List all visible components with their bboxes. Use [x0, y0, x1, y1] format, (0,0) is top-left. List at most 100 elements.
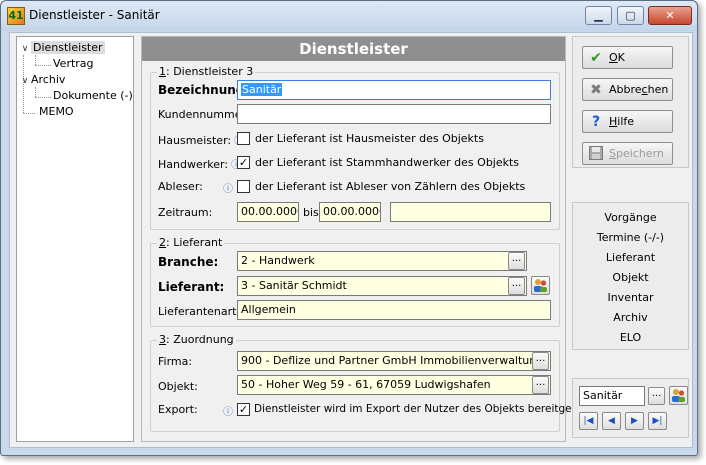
link-elo[interactable]: ELO: [573, 331, 688, 344]
hausmeister-checkbox[interactable]: [237, 132, 250, 145]
link-termine[interactable]: Termine (-/-): [573, 231, 688, 244]
firma-label: Firma:: [158, 355, 193, 368]
title-bar[interactable]: 41 Dienstleister - Sanitär ▁ ▢ ✕: [1, 1, 697, 31]
check-icon: ✔: [590, 50, 602, 66]
first-record-icon[interactable]: |◀: [579, 412, 598, 430]
tree-guide-line: [23, 113, 35, 114]
group-title-text: : Dienstleister 3: [166, 65, 254, 78]
hausmeister-label-text: Hausmeister:: [158, 134, 232, 147]
help-button[interactable]: ? Hilfe: [582, 110, 673, 133]
minimize-button[interactable]: ▁: [585, 6, 612, 25]
people-icon[interactable]: [531, 276, 550, 295]
tree-item-label: Dokumente (-): [53, 89, 133, 102]
firma-field[interactable]: 900 - Deflize und Partner GmbH Immobilie…: [237, 351, 551, 371]
lieferant-field[interactable]: 3 - Sanitär Schmidt: [237, 276, 527, 296]
link-archiv[interactable]: Archiv: [573, 311, 688, 324]
tree-item-dokumente[interactable]: Dokumente (-): [53, 88, 133, 103]
zeitraum-bis-label: bis: [303, 206, 319, 219]
save-label-post: peichern: [615, 147, 664, 160]
export-checkbox-label[interactable]: Dienstleister wird im Export der Nutzer …: [254, 403, 598, 415]
save-button[interactable]: Speichern: [582, 142, 673, 165]
maximize-button[interactable]: ▢: [617, 6, 644, 25]
tree-item-vertrag[interactable]: Vertrag: [53, 56, 94, 71]
people-icon[interactable]: [669, 386, 688, 405]
next-record-icon[interactable]: ▶: [625, 412, 644, 430]
tree-guide-line: [35, 97, 51, 98]
lieferant-lookup-button[interactable]: ...: [508, 277, 525, 295]
link-objekt[interactable]: Objekt: [573, 271, 688, 284]
cancel-button[interactable]: ✖ Abbrechen: [582, 78, 673, 101]
branche-field[interactable]: 2 - Handwerk: [237, 251, 527, 271]
floppy-disk-graphic: [589, 146, 603, 160]
lieferant-label: Lieferant:: [158, 280, 225, 294]
navigation-tree: ∨ Dienstleister Vertrag ∨ Archiv Dokumente…: [16, 36, 134, 442]
bezeichnung-value: Sanitär: [241, 83, 283, 96]
objekt-field[interactable]: 50 - Hoher Weg 59 - 61, 67059 Ludwigshaf…: [237, 375, 551, 395]
tree-item-label: Dienstleister: [31, 41, 105, 54]
zeitraum-from-field[interactable]: 00.00.0000: [237, 202, 299, 222]
group-title-text: : Zuordnung: [166, 333, 234, 346]
previous-record-icon[interactable]: ◀: [602, 412, 621, 430]
objekt-lookup-button[interactable]: ...: [532, 376, 549, 394]
save-label-key: S: [609, 147, 616, 160]
branche-label: Branche:: [158, 255, 219, 269]
ableser-checkbox[interactable]: [237, 180, 250, 193]
tree-item-label: MEMO: [39, 105, 74, 118]
cancel-label-pre: Abbre: [609, 83, 642, 96]
tree-item-archiv[interactable]: ∨ Archiv: [19, 72, 66, 89]
bezeichnung-field[interactable]: Sanitär: [237, 80, 551, 100]
tree-item-dienstleister[interactable]: ∨ Dienstleister: [19, 40, 105, 55]
ableser-checkbox-label[interactable]: der Lieferant ist Ableser von Zählern de…: [255, 180, 525, 193]
firma-lookup-button[interactable]: ...: [532, 352, 549, 370]
tree-item-memo[interactable]: MEMO: [39, 104, 74, 119]
zeitraum-to-field[interactable]: 00.00.0000: [319, 202, 381, 222]
record-navigator: |◀ ◀ ▶ ▶|: [579, 412, 685, 432]
handwerker-label-text: Handwerker:: [158, 158, 229, 171]
bezeichnung-label: Bezeichnung:: [158, 83, 250, 97]
hausmeister-checkbox-label[interactable]: der Lieferant ist Hausmeister des Objekt…: [255, 132, 484, 145]
floppy-disk-icon: [588, 146, 604, 162]
branche-lookup-button[interactable]: ...: [508, 252, 525, 270]
group-title-key: 1: [159, 65, 166, 78]
help-label-post: ilfe: [617, 115, 635, 128]
navigator-field[interactable]: Sanitär: [579, 386, 645, 406]
tree-guide-line: [35, 65, 51, 66]
question-icon: ?: [591, 114, 601, 130]
lieferantenart-field[interactable]: Allgemein: [237, 300, 551, 320]
ok-label-key: O: [609, 51, 618, 64]
group-title-text: : Lieferant: [166, 236, 223, 249]
info-icon[interactable]: ⓘ: [223, 180, 233, 195]
navigator-box: Sanitär ... |◀ ◀ ▶ ▶|: [572, 378, 689, 438]
kundennummer-label: Kundennummer:: [158, 108, 250, 121]
chevron-down-icon[interactable]: ∨: [19, 42, 31, 57]
ok-button[interactable]: ✔ OK: [582, 46, 673, 69]
right-panel: ✔ OK ✖ Abbrechen ? Hilfe Speichern Vorgänge…: [572, 36, 689, 442]
group-title: 2: Lieferant: [157, 236, 225, 249]
tree-guide-line: [35, 87, 36, 97]
navigator-lookup-button[interactable]: ...: [648, 387, 665, 405]
ableser-label: Ableser:: [158, 180, 203, 193]
handwerker-checkbox-label[interactable]: der Lieferant ist Stammhandwerker des Ob…: [255, 156, 519, 169]
people-icon-graphic: [534, 279, 547, 292]
handwerker-checkbox[interactable]: ✓: [237, 156, 250, 169]
export-label: Export:: [158, 403, 198, 416]
link-vorgaenge[interactable]: Vorgänge: [573, 211, 688, 224]
hausmeister-label: Hausmeister:ⓘ: [158, 132, 244, 147]
links-box: Vorgänge Termine (-/-) Lieferant Objekt …: [572, 202, 689, 350]
link-lieferant[interactable]: Lieferant: [573, 251, 688, 264]
export-checkbox[interactable]: ✓: [237, 403, 250, 416]
handwerker-label: Handwerker:ⓘ: [158, 156, 241, 171]
group-title: 1: Dienstleister 3: [157, 65, 256, 78]
zeitraum-note-field[interactable]: [390, 202, 551, 222]
lieferantenart-label: Lieferantenart:: [158, 305, 241, 318]
tree-item-label: Archiv: [31, 73, 66, 86]
info-icon[interactable]: ⓘ: [223, 403, 233, 418]
close-button[interactable]: ✕: [648, 6, 692, 25]
last-record-icon[interactable]: ▶|: [648, 412, 667, 430]
chevron-down-icon[interactable]: ∨: [19, 74, 31, 89]
dialog-client-area: ∨ Dienstleister Vertrag ∨ Archiv Dokumente…: [9, 32, 693, 448]
group-title: 3: Zuordnung: [157, 333, 236, 346]
kundennummer-field[interactable]: [237, 104, 551, 124]
app-icon: 41: [7, 7, 25, 25]
link-inventar[interactable]: Inventar: [573, 291, 688, 304]
